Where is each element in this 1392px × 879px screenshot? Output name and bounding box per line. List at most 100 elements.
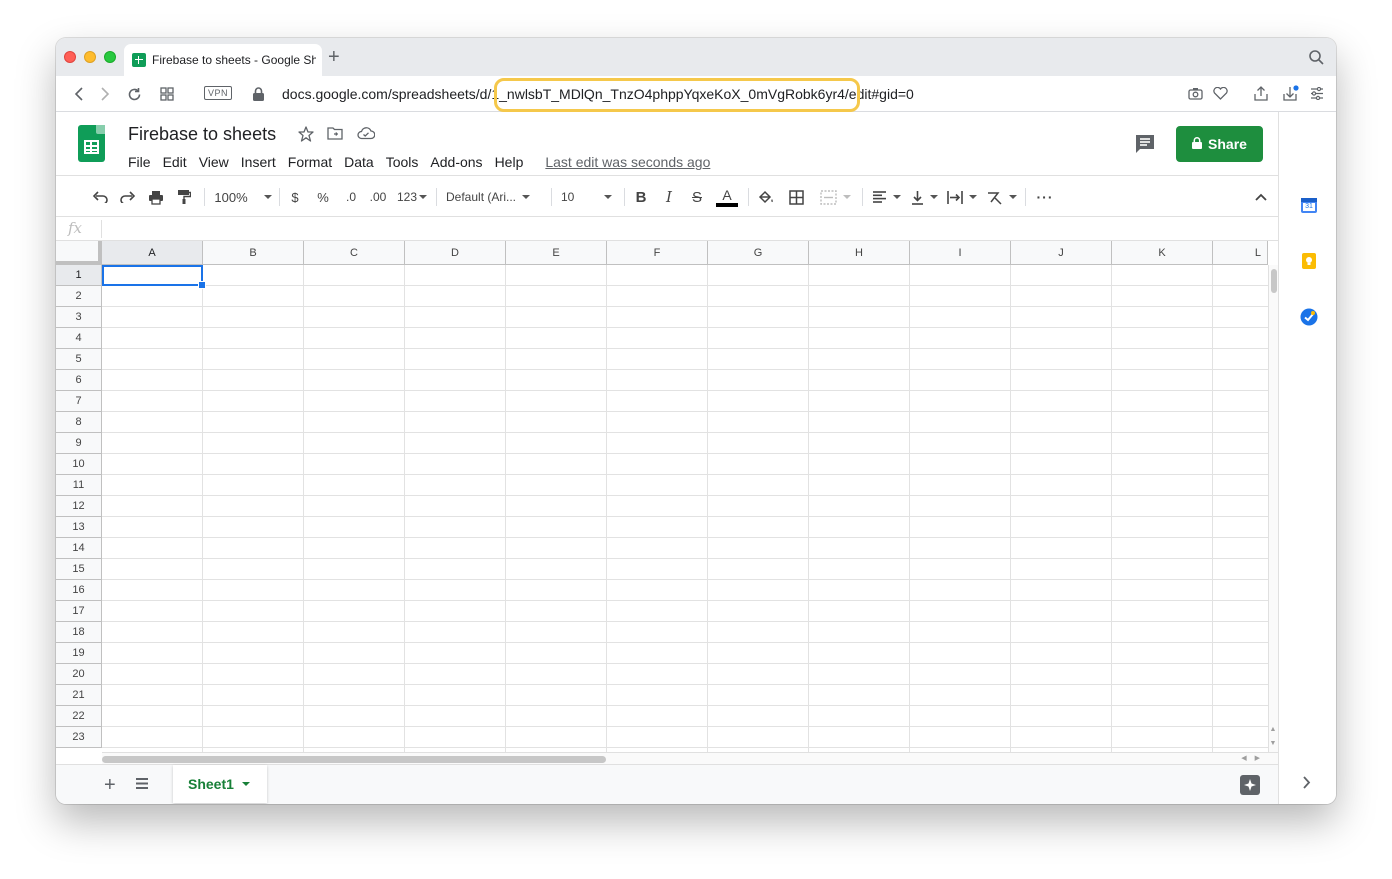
menu-view[interactable]: View [193,152,235,172]
column-header-e[interactable]: E [506,241,607,265]
reload-icon[interactable] [124,84,144,104]
horizontal-scrollbar[interactable]: ◀▶ [102,752,1278,764]
row-header[interactable]: 20 [56,664,102,685]
downloads-icon[interactable] [1283,85,1299,106]
easy-setup-icon[interactable] [1310,86,1324,105]
share-button[interactable]: Share [1176,126,1263,162]
horizontal-scroll-thumb[interactable] [102,756,606,763]
last-edit-link[interactable]: Last edit was seconds ago [545,152,710,172]
column-header-i[interactable]: I [910,241,1011,265]
lock-icon[interactable] [253,87,264,106]
row-header[interactable]: 19 [56,643,102,664]
move-folder-icon[interactable] [327,126,343,145]
close-window-button[interactable] [64,51,76,63]
collapse-menus-icon[interactable] [1252,187,1270,207]
column-header-j[interactable]: J [1011,241,1112,265]
horizontal-align-icon[interactable] [870,187,902,207]
row-header[interactable]: 13 [56,517,102,538]
new-tab-button[interactable]: + [328,47,340,67]
font-size-select[interactable]: 10 [561,187,617,207]
column-header-h[interactable]: H [809,241,910,265]
row-header[interactable]: 7 [56,391,102,412]
row-header[interactable]: 22 [56,706,102,727]
strikethrough-button[interactable]: S [688,187,706,207]
cell-grid[interactable] [102,265,1270,752]
bold-button[interactable]: B [632,187,650,207]
increase-decimal-button[interactable]: .00 [366,187,390,207]
column-header-l[interactable]: L [1213,241,1268,265]
sheet-tab-sheet1[interactable]: Sheet1 [173,765,267,803]
sheet-tab-menu-icon[interactable] [241,782,250,786]
zoom-select[interactable]: 100% [214,187,272,207]
text-rotation-icon[interactable] [984,187,1018,207]
menu-add-ons[interactable]: Add-ons [424,152,488,172]
cloud-saved-icon[interactable] [357,126,376,145]
format-currency-button[interactable]: $ [286,187,304,207]
row-header[interactable]: 8 [56,412,102,433]
more-formats-button[interactable]: 123 [394,187,430,207]
row-header[interactable]: 4 [56,328,102,349]
row-header[interactable]: 6 [56,370,102,391]
select-all-corner[interactable] [56,241,102,265]
row-header[interactable]: 16 [56,580,102,601]
menu-help[interactable]: Help [489,152,530,172]
camera-icon[interactable] [1188,87,1203,105]
column-header-f[interactable]: F [607,241,708,265]
row-header[interactable]: 9 [56,433,102,454]
vertical-scroll-thumb[interactable] [1271,269,1277,293]
italic-button[interactable]: I [660,187,678,207]
undo-icon[interactable] [89,187,111,207]
column-header-c[interactable]: C [304,241,405,265]
menu-data[interactable]: Data [338,152,380,172]
row-header[interactable]: 14 [56,538,102,559]
heart-icon[interactable] [1213,86,1228,105]
row-header[interactable]: 12 [56,496,102,517]
formula-input[interactable] [108,217,1268,239]
vertical-scrollbar[interactable] [1268,265,1278,752]
row-header[interactable]: 10 [56,454,102,475]
row-header[interactable]: 23 [56,727,102,748]
text-color-button[interactable]: A [715,187,739,207]
browser-tab[interactable]: Firebase to sheets - Google Sheets [124,44,322,76]
row-header[interactable]: 21 [56,685,102,706]
menu-insert[interactable]: Insert [235,152,282,172]
paint-format-icon[interactable] [173,187,195,207]
expand-side-panel-icon[interactable] [1302,776,1311,794]
redo-icon[interactable] [117,187,139,207]
row-header[interactable]: 5 [56,349,102,370]
column-header-k[interactable]: K [1112,241,1213,265]
row-header[interactable]: 1 [56,265,102,286]
fill-color-icon[interactable] [756,187,776,207]
column-header-b[interactable]: B [203,241,304,265]
speed-dial-icon[interactable] [157,84,177,104]
decrease-decimal-button[interactable]: .0 [339,187,363,207]
maximize-window-button[interactable] [104,51,116,63]
more-options-button[interactable]: ··· [1034,187,1056,207]
tab-search-icon[interactable] [1309,50,1324,70]
row-header[interactable]: 3 [56,307,102,328]
print-icon[interactable] [145,187,167,207]
menu-file[interactable]: File [122,152,157,172]
sheets-logo-icon[interactable] [78,125,105,162]
row-header[interactable]: 15 [56,559,102,580]
column-header-d[interactable]: D [405,241,506,265]
menu-format[interactable]: Format [282,152,338,172]
star-icon[interactable] [298,126,314,147]
vertical-align-icon[interactable] [908,187,940,207]
vpn-badge[interactable]: VPN [204,86,233,100]
minimize-window-button[interactable] [84,51,96,63]
document-title[interactable]: Firebase to sheets [128,124,276,145]
selected-cell-a1[interactable] [102,265,206,289]
row-header[interactable]: 17 [56,601,102,622]
keep-icon[interactable] [1300,252,1318,270]
font-select[interactable]: Default (Ari... [446,187,542,207]
share-page-icon[interactable] [1254,86,1268,106]
column-header-a[interactable]: A [102,241,203,265]
menu-edit[interactable]: Edit [157,152,193,172]
column-header-g[interactable]: G [708,241,809,265]
format-percent-button[interactable]: % [314,187,332,207]
back-icon[interactable] [70,84,90,104]
add-sheet-button[interactable]: + [104,775,116,795]
all-sheets-icon[interactable] [135,777,149,795]
merge-cells-icon[interactable] [815,187,855,207]
